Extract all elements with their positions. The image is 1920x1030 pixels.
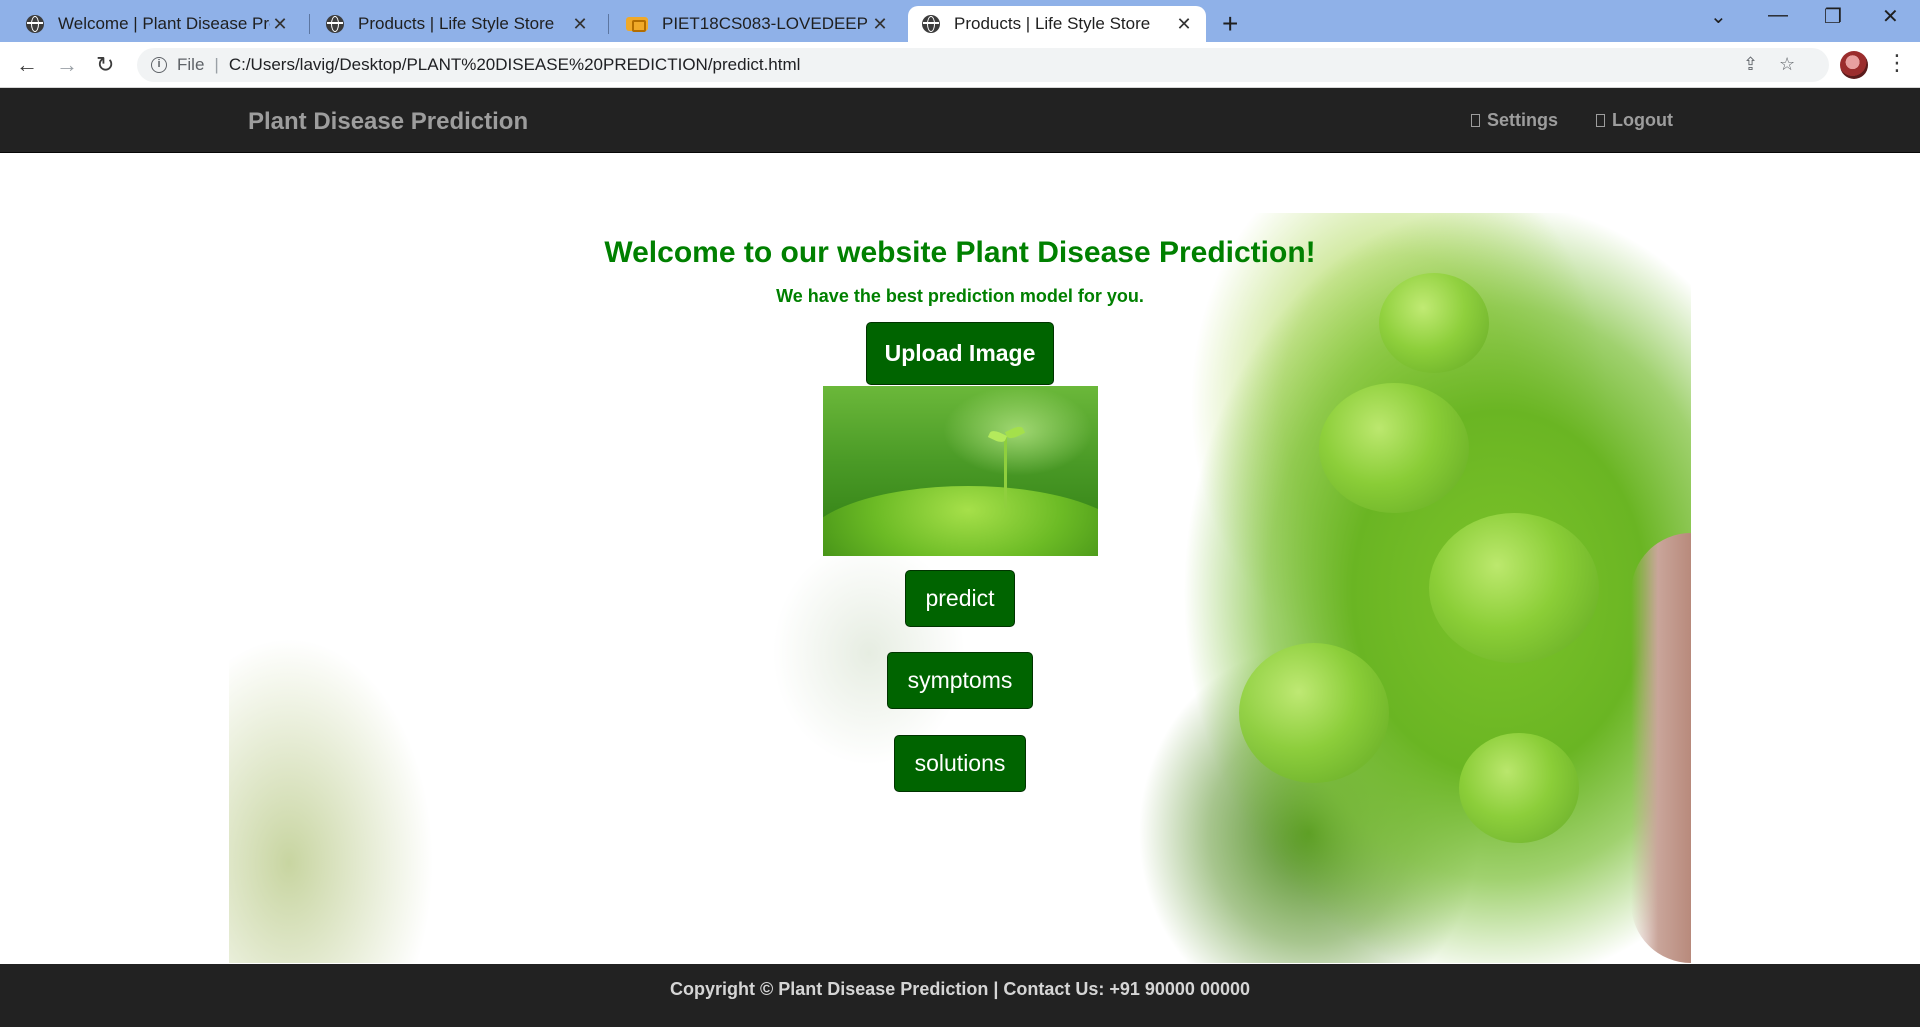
tab-search-chevron-icon[interactable]: ⌄ xyxy=(1710,4,1727,29)
tab-title: Products | Life Style Store xyxy=(358,14,555,33)
info-icon[interactable]: i xyxy=(151,57,167,73)
uploaded-image-preview xyxy=(823,386,1098,556)
url-text[interactable]: C:/Users/lavig/Desktop/PLANT%20DISEASE%2… xyxy=(229,55,801,75)
site-navbar: Plant Disease Prediction Settings Logout xyxy=(0,88,1920,153)
scheme-label: File xyxy=(177,55,205,74)
moss-ground xyxy=(823,486,1098,556)
browser-tab-3[interactable]: PIET18CS083-LOVEDEEP KAUR-P ✕ xyxy=(612,6,902,42)
page-heading: Welcome to our website Plant Disease Pre… xyxy=(604,236,1316,269)
back-arrow-icon[interactable]: ← xyxy=(16,52,38,78)
page-footer: Copyright © Plant Disease Prediction | C… xyxy=(0,964,1920,1027)
nav-settings-link[interactable]: Settings xyxy=(1471,110,1558,131)
page-subheading: We have the best prediction model for yo… xyxy=(776,286,1144,306)
solutions-button[interactable]: solutions xyxy=(894,735,1026,792)
predict-button[interactable]: predict xyxy=(905,570,1015,627)
close-icon[interactable]: ✕ xyxy=(570,14,590,35)
new-tab-button[interactable]: + xyxy=(1222,8,1238,40)
tab-divider xyxy=(309,14,310,34)
nav-settings-label: Settings xyxy=(1487,110,1559,130)
browser-tab-2[interactable]: Products | Life Style Store ✕ xyxy=(312,6,602,42)
share-icon[interactable]: ⇪ xyxy=(1743,54,1758,75)
browser-tab-4-active[interactable]: Products | Life Style Store ✕ xyxy=(908,6,1206,42)
close-icon[interactable]: ✕ xyxy=(270,14,290,35)
settings-icon xyxy=(1471,114,1480,127)
browser-tab-strip: Welcome | Plant Disease Prediction ✕ Pro… xyxy=(0,0,1920,42)
address-bar[interactable]: i File | C:/Users/lavig/Desktop/PLANT%20… xyxy=(137,48,1829,82)
tab-title: Products | Life Style Store xyxy=(954,14,1151,33)
symptoms-button[interactable]: symptoms xyxy=(887,652,1033,709)
forward-arrow-icon[interactable]: → xyxy=(56,52,78,78)
browser-tab-1[interactable]: Welcome | Plant Disease Prediction ✕ xyxy=(12,6,302,42)
tab-title: PIET18CS083-LOVEDEEP KAUR-P xyxy=(662,14,870,33)
tab-title: Welcome | Plant Disease Prediction xyxy=(58,14,270,33)
minimize-icon[interactable]: — xyxy=(1768,4,1788,27)
globe-icon xyxy=(326,15,344,33)
close-icon[interactable]: ✕ xyxy=(1174,14,1194,35)
document-icon xyxy=(626,17,648,32)
upload-image-button[interactable]: Upload Image xyxy=(866,322,1054,385)
browser-toolbar: ← → ↻ i File | C:/Users/lavig/Desktop/PL… xyxy=(0,42,1920,88)
nav-logout-link[interactable]: Logout xyxy=(1596,110,1673,131)
url-divider: | xyxy=(214,55,219,74)
restore-icon[interactable]: ❐ xyxy=(1824,4,1842,29)
bookmark-star-icon[interactable]: ☆ xyxy=(1779,54,1795,75)
clover-leaf-shape xyxy=(1459,733,1579,843)
globe-icon xyxy=(26,15,44,33)
tab-divider xyxy=(608,14,609,34)
hand-edge-shape xyxy=(1631,533,1691,963)
clover-leaf-shape xyxy=(1319,383,1469,513)
close-icon[interactable]: ✕ xyxy=(870,14,890,35)
globe-icon xyxy=(922,15,940,33)
clover-leaf-shape xyxy=(1429,513,1599,663)
close-window-icon[interactable]: ✕ xyxy=(1882,4,1899,29)
more-menu-icon[interactable]: ⋮ xyxy=(1886,50,1908,76)
profile-avatar[interactable] xyxy=(1840,51,1868,79)
reload-icon[interactable]: ↻ xyxy=(96,52,114,78)
sprout-stem xyxy=(1004,436,1007,508)
logout-icon xyxy=(1596,114,1605,127)
nav-logout-label: Logout xyxy=(1612,110,1673,130)
clover-leaf-shape xyxy=(1239,643,1389,783)
navbar-brand[interactable]: Plant Disease Prediction xyxy=(248,108,528,136)
